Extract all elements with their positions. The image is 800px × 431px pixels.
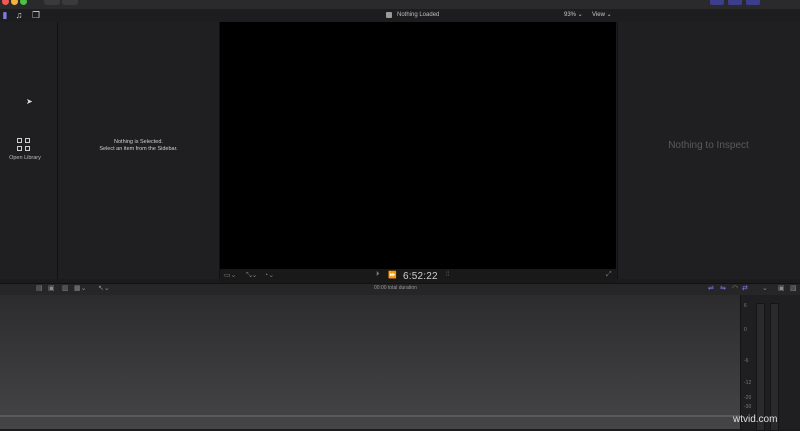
fullscreen-icon[interactable]: ⤢: [606, 271, 612, 279]
browser-message-line1: Nothing is Selected.: [114, 139, 163, 145]
timecode-display[interactable]: 6:52:22: [403, 271, 438, 282]
timeline-area[interactable]: [0, 295, 740, 429]
audio-meter-left: [756, 303, 765, 431]
browser-empty-message: Nothing is Selected. Select an item from…: [58, 139, 219, 153]
insert-icon[interactable]: ▥: [62, 285, 69, 293]
keyword-button[interactable]: [44, 0, 60, 5]
background-tasks-button[interactable]: [62, 0, 78, 5]
skip-button-icon[interactable]: ⏩: [388, 271, 397, 279]
audio-meter-right: [770, 303, 779, 431]
select-tool-icon[interactable]: ↖⌄: [98, 285, 110, 293]
meter-tick: 0: [744, 327, 747, 333]
open-library-label[interactable]: Open Library: [0, 155, 50, 161]
skimming-icon[interactable]: ⇌: [708, 285, 714, 293]
total-duration: 00:00 total duration: [374, 285, 417, 291]
watermark: wtvid.com: [733, 414, 778, 425]
view-menu[interactable]: View ⌄: [592, 10, 612, 21]
viewer-title: Nothing Loaded: [397, 12, 440, 18]
mouse-pointer-icon: ➤: [26, 97, 33, 106]
browser-message-line2: Select an item from the Sidebar.: [99, 146, 178, 152]
meter-tick: -30: [744, 404, 752, 410]
photos-audio-icon[interactable]: ♫: [14, 10, 24, 20]
audio-levels-icon: ⦙⦙: [446, 271, 450, 278]
audio-skimming-icon[interactable]: ⇋: [720, 285, 726, 293]
zoom-menu[interactable]: 93% ⌄: [564, 10, 583, 21]
timeline-scrollbar[interactable]: [0, 415, 740, 417]
meter-tick: -12: [744, 380, 752, 386]
retime-icon[interactable]: ◔⌄: [264, 271, 274, 279]
transform-tools-icon[interactable]: ⤡⌄: [246, 271, 257, 280]
viewer-canvas[interactable]: [220, 22, 616, 269]
snapping-icon[interactable]: ⇄: [742, 285, 748, 293]
clip-settings-icon[interactable]: ⌄: [762, 285, 768, 293]
meter-tick: -6: [744, 358, 749, 364]
libraries-icon[interactable]: ▮: [0, 10, 10, 20]
play-button-icon[interactable]: ⏵: [376, 271, 380, 279]
open-library-icon[interactable]: [17, 138, 31, 152]
meter-tick: -20: [744, 395, 752, 401]
view-options-icon[interactable]: ▭⌄: [224, 271, 236, 279]
effects-icon[interactable]: ▧: [790, 285, 797, 293]
solo-icon[interactable]: ◠: [732, 285, 738, 293]
clip-icon: [386, 12, 392, 18]
clip-appearance-icon[interactable]: ▤: [36, 285, 43, 293]
show-timeline-button[interactable]: [728, 0, 742, 5]
meter-tick: 6: [744, 303, 747, 309]
meters-toggle-icon[interactable]: ▣: [778, 285, 785, 293]
show-browser-button[interactable]: [710, 0, 724, 5]
title-bar: [0, 0, 800, 9]
inspector-empty-message: Nothing to Inspect: [668, 140, 749, 151]
show-inspector-button[interactable]: [746, 0, 760, 5]
append-icon[interactable]: ▣: [48, 285, 55, 293]
titles-generators-icon[interactable]: ❐: [31, 10, 41, 20]
overwrite-icon[interactable]: ▦⌄: [74, 285, 86, 293]
